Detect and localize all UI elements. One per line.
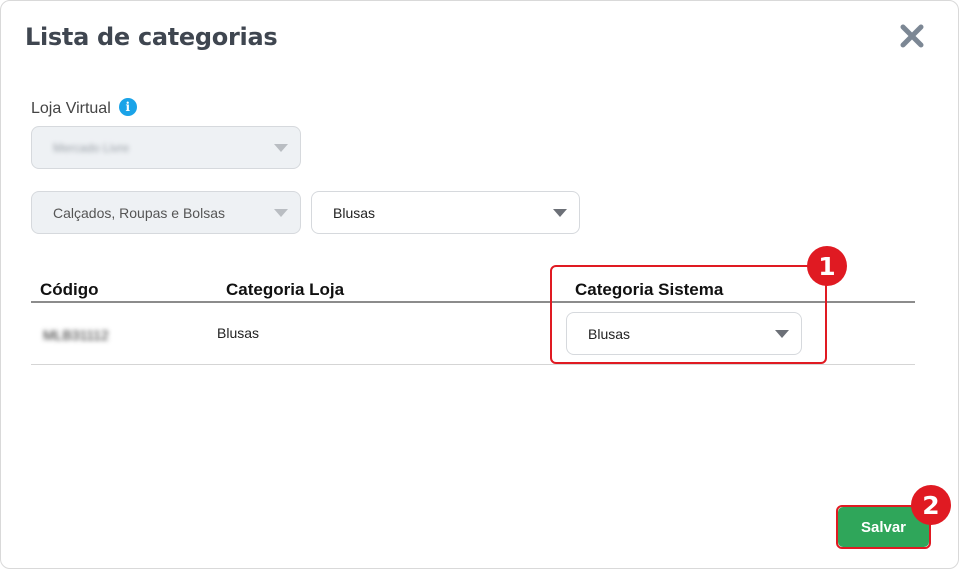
row-code: MLB31112: [43, 327, 109, 343]
chevron-down-icon: [553, 209, 567, 217]
category-group-value: Calçados, Roupas e Bolsas: [53, 204, 225, 221]
category-group-select[interactable]: Calçados, Roupas e Bolsas: [31, 191, 301, 234]
store-field-label: Loja Virtual i: [31, 98, 137, 118]
step-badge-1: 1: [807, 246, 847, 286]
row-store-category: Blusas: [217, 325, 260, 341]
chevron-down-icon: [274, 209, 288, 217]
highlight-box-system-category: [550, 265, 827, 364]
header-store-category: Categoria Loja: [226, 280, 345, 299]
store-select-value: Mercado Livre: [53, 140, 130, 155]
category-select[interactable]: Blusas: [311, 191, 580, 234]
chevron-down-icon: [274, 144, 288, 152]
store-label-text: Loja Virtual: [31, 100, 111, 117]
category-value: Blusas: [333, 204, 376, 221]
info-icon[interactable]: i: [118, 98, 137, 116]
header-code: Código: [40, 280, 99, 299]
modal-title: Lista de categorias: [25, 23, 278, 51]
store-select[interactable]: Mercado Livre: [31, 126, 301, 169]
category-list-modal: Lista de categorias Loja Virtual i Merca…: [0, 0, 959, 569]
step-badge-2: 2: [911, 485, 951, 525]
close-icon[interactable]: [897, 21, 927, 51]
